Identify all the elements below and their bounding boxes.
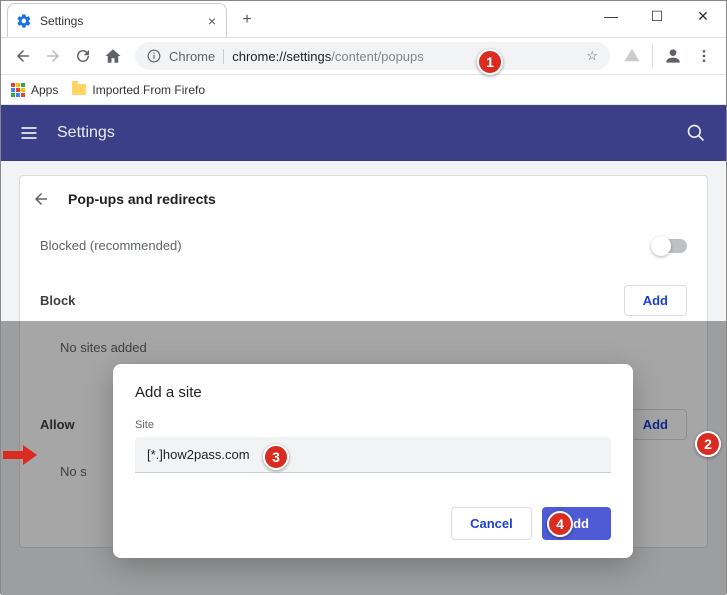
drive-icon[interactable]	[618, 42, 646, 70]
blocked-label: Blocked (recommended)	[40, 238, 182, 253]
search-icon[interactable]	[686, 123, 706, 143]
settings-favicon	[16, 13, 32, 29]
minimize-button[interactable]: —	[588, 1, 634, 31]
window-controls: — ☐ ✕	[588, 1, 726, 31]
annotation-marker-3: 3	[263, 444, 289, 470]
cancel-button[interactable]: Cancel	[451, 507, 532, 540]
block-heading: Block	[40, 293, 75, 308]
reload-button[interactable]	[69, 42, 97, 70]
home-button[interactable]	[99, 42, 127, 70]
modal-actions: Cancel Add	[135, 507, 611, 540]
url-scheme-label: Chrome	[169, 49, 224, 64]
maximize-button[interactable]: ☐	[634, 1, 680, 31]
forward-button[interactable]	[39, 42, 67, 70]
tab-close-icon[interactable]: ×	[208, 13, 216, 29]
annotation-marker-4: 4	[547, 511, 573, 537]
section-title: Pop-ups and redirects	[68, 191, 216, 207]
bookmark-folder[interactable]: Imported From Firefo	[72, 83, 205, 97]
annotation-marker-1: 1	[477, 49, 503, 75]
apps-shortcut[interactable]: Apps	[11, 83, 58, 97]
settings-header: Settings	[1, 105, 726, 161]
apps-icon	[11, 83, 25, 97]
hamburger-icon[interactable]	[19, 123, 39, 143]
address-bar[interactable]: Chrome chrome://settings/content/popups …	[135, 42, 610, 70]
annotation-arrow	[3, 445, 37, 465]
back-arrow-icon[interactable]	[32, 190, 50, 208]
site-input[interactable]	[135, 437, 611, 473]
bookmarks-bar: Apps Imported From Firefo	[1, 75, 726, 105]
bookmark-star-icon[interactable]: ☆	[586, 48, 598, 64]
new-tab-button[interactable]: +	[237, 11, 257, 29]
block-add-button[interactable]: Add	[624, 285, 687, 316]
back-button[interactable]	[9, 42, 37, 70]
close-window-button[interactable]: ✕	[680, 1, 726, 31]
profile-avatar[interactable]	[652, 44, 684, 68]
annotation-marker-2: 2	[695, 431, 721, 457]
browser-tab[interactable]: Settings ×	[7, 3, 227, 37]
browser-toolbar: Chrome chrome://settings/content/popups …	[1, 37, 726, 75]
site-field-label: Site	[135, 419, 611, 431]
url-host: chrome://settings	[232, 49, 331, 64]
tab-title: Settings	[40, 14, 200, 28]
info-icon	[147, 49, 161, 63]
blocked-toggle[interactable]	[653, 239, 687, 253]
bookmark-folder-label: Imported From Firefo	[92, 83, 205, 97]
window-titlebar: Settings × + — ☐ ✕	[1, 1, 726, 37]
apps-label: Apps	[31, 83, 58, 97]
url-path: /content/popups	[331, 49, 424, 64]
modal-title: Add a site	[135, 384, 611, 401]
section-header: Pop-ups and redirects	[20, 176, 707, 222]
folder-icon	[72, 84, 86, 95]
menu-button[interactable]	[690, 42, 718, 70]
blocked-toggle-row: Blocked (recommended)	[20, 222, 707, 269]
settings-title: Settings	[57, 124, 115, 142]
